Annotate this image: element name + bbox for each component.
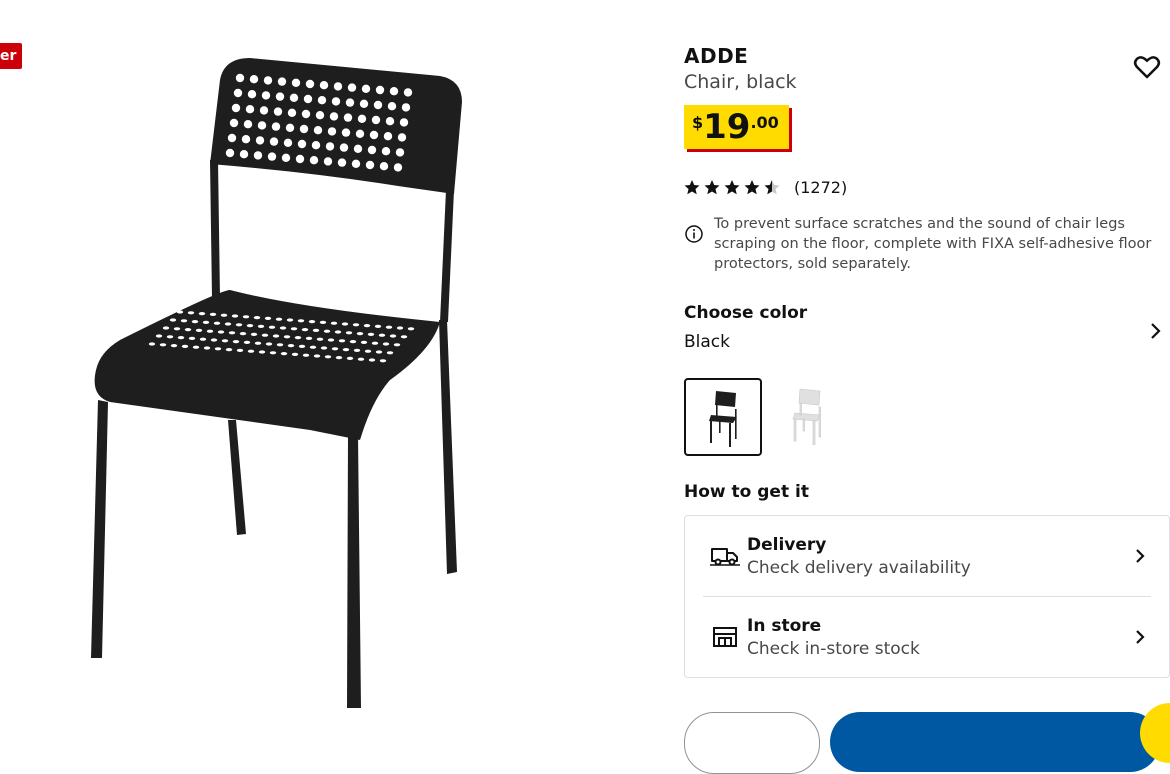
quantity-button[interactable] bbox=[684, 712, 820, 774]
chair-leg-back-right bbox=[439, 320, 457, 574]
rating-count[interactable]: (1272) bbox=[794, 178, 847, 197]
star-icon bbox=[684, 180, 700, 195]
star-icon bbox=[724, 180, 740, 195]
color-swatch-black[interactable] bbox=[684, 378, 762, 456]
chair-leg-front-right bbox=[347, 435, 361, 708]
delivery-option[interactable]: Delivery Check delivery availability bbox=[703, 516, 1151, 597]
price-integer: 19 bbox=[703, 107, 751, 147]
star-icon bbox=[744, 180, 760, 195]
heart-icon[interactable] bbox=[1132, 52, 1162, 82]
chair-seat bbox=[94, 290, 440, 440]
product-notice: To prevent surface scratches and the sou… bbox=[684, 214, 1170, 274]
delivery-title: Delivery bbox=[747, 534, 827, 555]
in-store-subtitle: Check in-store stock bbox=[747, 638, 920, 659]
in-store-option[interactable]: In store Check in-store stock bbox=[703, 597, 1151, 677]
offer-badge-label: er bbox=[0, 48, 17, 64]
fulfillment-options: Delivery Check delivery availability In … bbox=[684, 515, 1170, 678]
chair-leg-back-left bbox=[228, 420, 246, 535]
product-name: ADDE bbox=[684, 44, 749, 68]
notice-text: To prevent surface scratches and the sou… bbox=[714, 216, 1152, 272]
truck-icon bbox=[710, 548, 740, 566]
color-swatch-white[interactable] bbox=[770, 378, 844, 452]
price-currency: $ bbox=[692, 113, 704, 132]
store-icon bbox=[713, 627, 737, 647]
price-tag: $ 19 .00 bbox=[684, 105, 789, 149]
product-image[interactable] bbox=[60, 40, 520, 730]
delivery-subtitle: Check delivery availability bbox=[747, 557, 971, 578]
chair-leg-front-left bbox=[91, 400, 108, 658]
in-store-title: In store bbox=[747, 615, 822, 636]
chevron-right-icon bbox=[1136, 549, 1145, 563]
rating[interactable]: (1272) bbox=[684, 177, 847, 197]
star-icon bbox=[704, 180, 720, 195]
add-to-bag-button[interactable] bbox=[830, 712, 1160, 772]
chair-thumbnail-black bbox=[709, 391, 737, 447]
chevron-right-icon[interactable] bbox=[1146, 320, 1166, 342]
chevron-right-icon bbox=[1136, 630, 1145, 644]
price-decimal: .00 bbox=[750, 113, 779, 132]
product-description: Chair, black bbox=[684, 71, 797, 93]
rating-stars bbox=[684, 180, 780, 195]
chair-thumbnail-white bbox=[792, 388, 822, 445]
selected-color: Black bbox=[684, 332, 730, 352]
info-icon bbox=[685, 225, 703, 243]
how-to-get-it-heading: How to get it bbox=[684, 482, 809, 502]
offer-badge: er bbox=[0, 43, 23, 69]
choose-color-heading[interactable]: Choose color bbox=[684, 303, 807, 323]
